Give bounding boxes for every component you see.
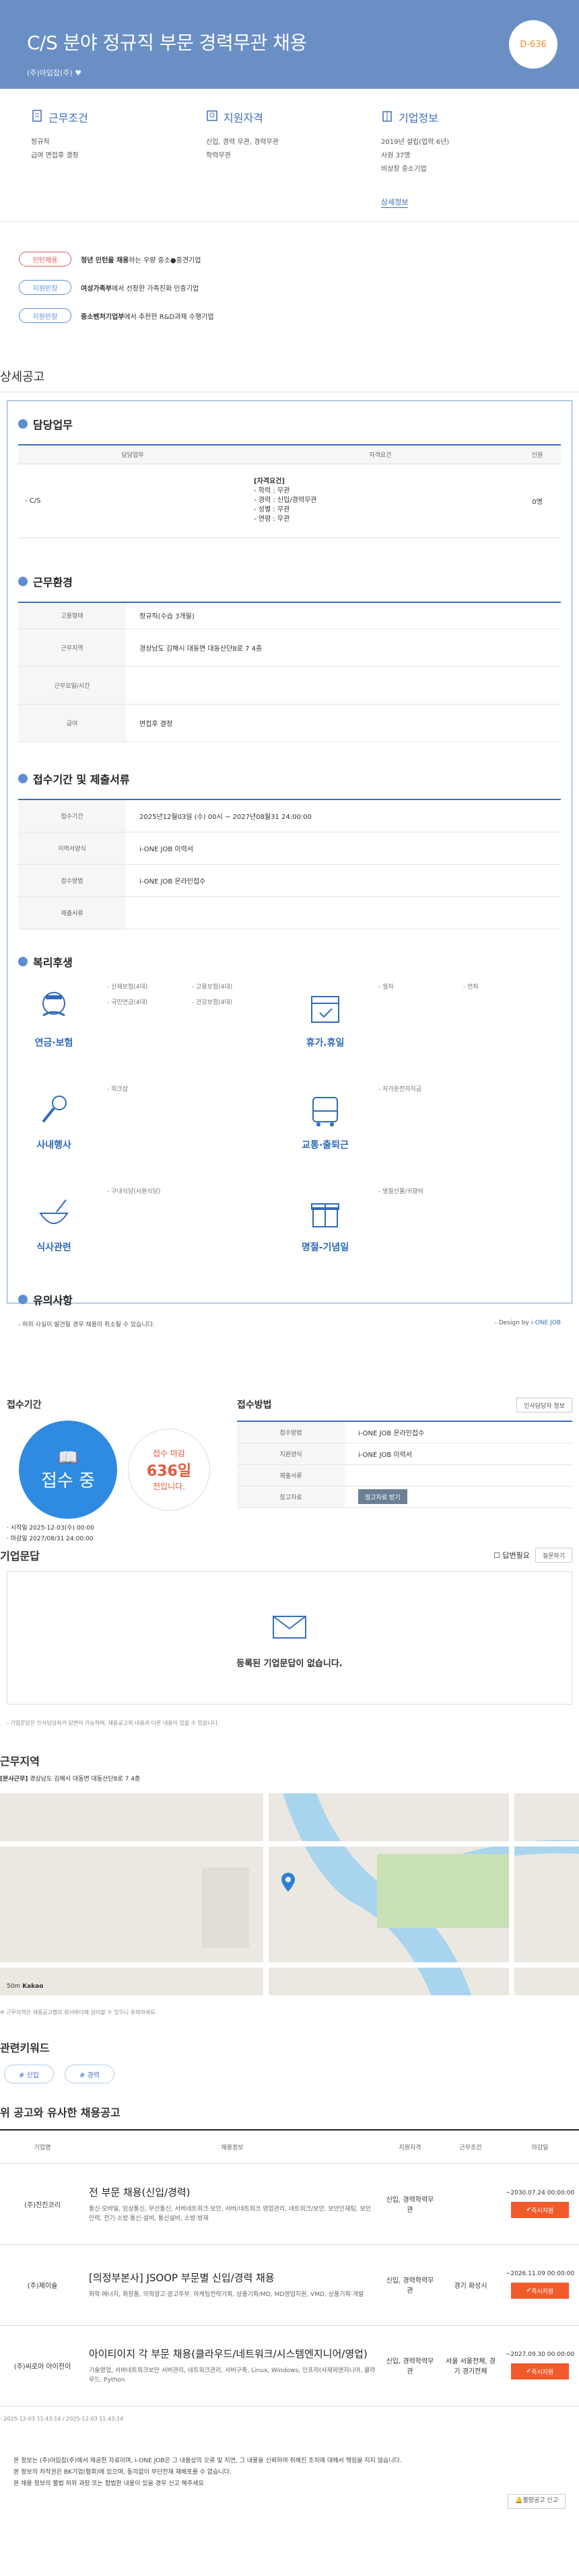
welfare-item: 연금·보험 - 산재보험(4대) - 고용보험(4대) - 국민연금(4대) - 건강… <box>18 982 290 1084</box>
page-title: C/S 분야 정규직 부문 경력무관 채용 <box>27 32 307 54</box>
apply-period: 접수기간 📖 접수 중 접수 마감 636일 전입니다. · 시작일 2025-12-… <box>7 1398 222 1542</box>
apply-section: 접수기간 📖 접수 중 접수 마감 636일 전입니다. · 시작일 2025-12-… <box>0 1384 579 1542</box>
duty-table: 담당업무 자격요건 인원 - C/S [자격요건] - 학력 : 무관 - 경력 : 신… <box>18 444 561 538</box>
apply-now-button[interactable]: ✔ 즉시지원 <box>511 2283 569 2299</box>
deadline-circle: 접수 마감 636일 전입니다. <box>128 1429 210 1511</box>
bowl-icon <box>25 1186 83 1240</box>
gift-icon <box>296 1186 354 1240</box>
welfare-item: 교통·출퇴근 - 자가운전자지급 <box>290 1084 561 1186</box>
map-pin-icon[interactable] <box>281 1873 295 1892</box>
summary-panel: 근무조건 정규직 급여 면접후 결정 지원자격 신입, 경력 무관, 경력무관 … <box>0 89 579 222</box>
company-name: (주)아입잡(주) ♥ <box>27 69 82 77</box>
dday-badge: D-636 <box>509 20 557 69</box>
apply-now-button[interactable]: ✔ 즉시지원 <box>511 2202 569 2218</box>
download-attachment-button[interactable]: 첨고자료 받기 <box>358 1489 407 1504</box>
heart-icon[interactable]: ♥ <box>75 69 81 77</box>
welfare-grid: 연금·보험 - 산재보험(4대) - 고용보험(4대) - 국민연금(4대) - 건강… <box>18 982 561 1289</box>
welfare-item: 사내행사 - 워크샵 <box>18 1084 290 1186</box>
summary-qualifications: 지원자격 신입, 경력 무관, 경력무관 학력무관 <box>202 109 377 221</box>
bullet-icon <box>18 419 28 429</box>
badge-row: 지원반장 여성가족부에서 선정한 가족친화 인증기업 <box>19 280 560 295</box>
section-title-detail: 상세공고 <box>0 367 579 392</box>
welfare-item: 식사관련 - 구내식당(사원식당) <box>18 1186 290 1289</box>
table-row[interactable]: (주)씨로아 아이전이 아이티이지 각 부문 채용(클라우드/네트워크/시스템엔… <box>0 2325 579 2406</box>
book-icon: 📖 <box>58 1447 78 1467</box>
apply-method: 접수방법 인사담당자 정보 접수방법 i-ONE JOB 온라인접수 지원양식 i-O… <box>237 1398 572 1509</box>
notice-box: 본 정보는 (주)아입잡(주)에서 제공한 자료이며, i-ONE JOB은 그… <box>13 2431 566 2515</box>
header-banner: C/S 분야 정규직 부문 경력무관 채용 (주)아입잡(주) ♥ D-636 <box>0 0 579 89</box>
welfare-item: 명절-기념일 - 명절선물/귀향비 <box>290 1186 561 1289</box>
ask-question-select[interactable]: 질문하기 <box>535 1548 572 1563</box>
person-icon <box>206 110 218 124</box>
badge-row: 지원반장 중소벤처기업부에서 추천한 R&D과제 수행기업 <box>19 308 560 323</box>
summary-work-conditions: 근무조건 정규직 급여 면접후 결정 <box>27 109 202 221</box>
hr-info-button[interactable]: 인사담당자 정보 <box>516 1398 572 1412</box>
company-badges: 인턴채용 청년 인턴을 채용하는 우량 중소●중견기업 지원반장 여성가족부에서 선… <box>0 222 579 367</box>
document-icon <box>31 110 43 124</box>
table-row[interactable]: (주)진진코리 전 부문 채용(신입/경력) 통신·모바일, 임상통신, 무선통신… <box>0 2163 579 2245</box>
report-button[interactable]: 🔔 불량공고 신고 <box>508 2493 566 2509</box>
bus-icon <box>296 1084 354 1138</box>
job-detail-box: 담당업무 담당업무 자격요건 인원 - C/S [자격요건] - 학력 : 무관 - 경… <box>7 400 572 1328</box>
building-icon <box>381 110 393 124</box>
location-section: 근무지역 [본사근무] 경상남도 김해시 대동면 대동산단8로 7 4층 50m… <box>0 1742 579 2030</box>
answer-needed-checkbox[interactable]: ☐ 답변필요 <box>493 1550 530 1561</box>
status-circle: 📖 접수 중 <box>19 1421 117 1519</box>
mustache-icon <box>25 982 83 1036</box>
welfare-item: 휴가.휴일 - 월차 - 연차 <box>290 982 561 1084</box>
keyword-tag[interactable]: # 신입 <box>4 2065 54 2083</box>
similar-jobs-section: 위 공고와 유사한 채용공고 기업명 채용정보 지원자격 근무조건 마감일 (주)진진코… <box>0 2104 579 2431</box>
bullet-icon <box>18 774 28 783</box>
period-table: 접수기간 2025년12월03일 (수) 00시 ~ 2027년08월31 24:… <box>18 799 561 929</box>
summary-company-info: 기업정보 2019년 설립(업력 6년) 사원 37명 비상장 중소기업 상세정… <box>377 109 552 221</box>
qa-empty-box: 등록된 기업문답이 없습니다. <box>7 1571 572 1705</box>
similar-jobs-table: 기업명 채용정보 지원자격 근무조건 마감일 (주)진진코리 전 부문 채용(신입/경력… <box>0 2129 579 2406</box>
badge-row: 인턴채용 청년 인턴을 채용하는 우량 중소●중견기업 <box>19 252 560 266</box>
bullet-icon <box>18 956 28 966</box>
envelope-icon <box>271 1607 308 1643</box>
bullet-icon <box>18 576 28 586</box>
calendar-icon <box>296 982 354 1036</box>
env-table: 고용형태 정규직(수습 3개월) 근무지역 경상남도 김해시 대동면 대동산단8로 … <box>18 601 561 742</box>
apply-now-button[interactable]: ✔ 즉시지원 <box>511 2363 569 2380</box>
map[interactable]: 50m Kakao <box>0 1793 579 1995</box>
microphone-icon <box>25 1084 83 1138</box>
keywords-section: 관련키워드 # 신입 # 경력 <box>0 2030 579 2104</box>
keyword-tag[interactable]: # 경력 <box>65 2065 114 2083</box>
bullet-icon <box>18 1294 28 1304</box>
table-row[interactable]: (주)제이슐 [의정부본사] JSOOP 부문별 신입/경력 채용 화학·에너지,… <box>0 2244 579 2326</box>
company-detail-link[interactable]: 상세정보 <box>381 196 409 208</box>
